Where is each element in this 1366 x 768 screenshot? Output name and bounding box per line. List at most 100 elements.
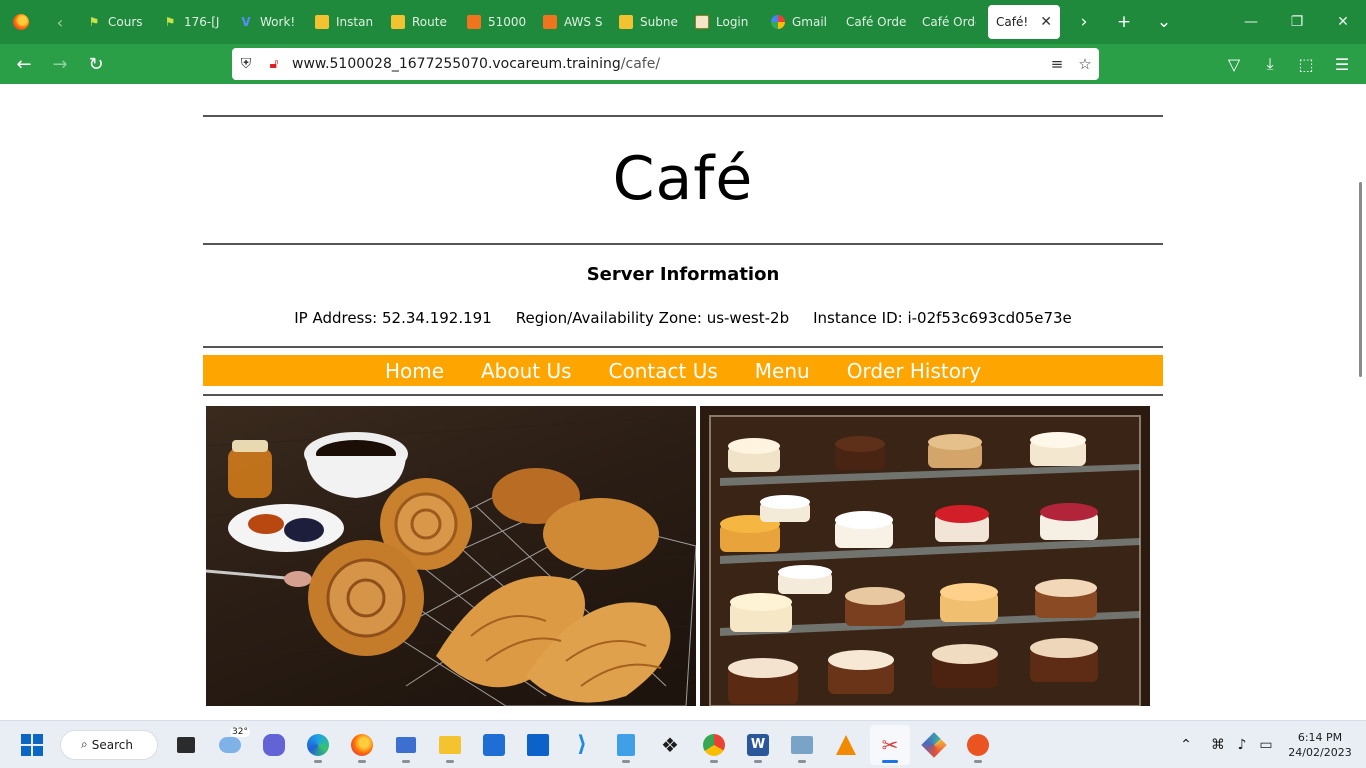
shield-icon[interactable]: ⛨ <box>232 56 260 72</box>
teams-chat-icon[interactable] <box>254 725 294 765</box>
toolbar-right: ▽ ⤓ ⬚ ☰ <box>1216 44 1360 84</box>
cake-display-photo <box>700 406 1150 706</box>
tab-scroll-left-icon[interactable]: ‹ <box>42 0 78 44</box>
tab-login[interactable]: Login <box>686 5 762 39</box>
menu-contact-us[interactable]: Contact Us <box>609 359 718 383</box>
task-view-icon[interactable] <box>166 725 206 765</box>
clock[interactable]: 6:14 PM 24/02/2023 <box>1278 730 1362 760</box>
url-path: /cafe/ <box>620 56 661 72</box>
tab-label: Café! <box>996 15 1029 29</box>
remote-desktop-icon[interactable] <box>386 725 426 765</box>
aws-orange-icon <box>542 14 558 30</box>
vocareum-icon: V <box>241 15 251 29</box>
close-tab-icon[interactable]: ✕ <box>1040 14 1052 30</box>
ubuntu-icon[interactable] <box>958 725 998 765</box>
close-window-icon[interactable]: ✕ <box>1320 0 1366 44</box>
firefox-menu-icon[interactable] <box>0 0 42 44</box>
new-tab-icon[interactable]: + <box>1104 0 1144 44</box>
address-bar[interactable]: ⛨ 🔓︎ www.5100028_1677255070.vocareum.tra… <box>232 48 1099 80</box>
tab-label: 51000 <box>488 15 526 29</box>
minimize-icon[interactable]: — <box>1228 0 1274 44</box>
word-icon[interactable]: W <box>738 725 778 765</box>
back-icon[interactable]: ← <box>6 44 42 84</box>
login-icon <box>694 14 710 30</box>
chevron-up-icon[interactable]: ⌃ <box>1174 737 1198 753</box>
hamburger-menu-icon[interactable]: ☰ <box>1324 44 1360 84</box>
vlc-icon[interactable] <box>826 725 866 765</box>
tab-subnets[interactable]: Subne <box>610 5 686 39</box>
reader-view-icon[interactable]: ≡ <box>1043 55 1071 73</box>
firefox-icon[interactable] <box>342 725 382 765</box>
photos-icon[interactable] <box>782 725 822 765</box>
pastries-photo <box>206 406 696 706</box>
menu-menu[interactable]: Menu <box>755 359 810 383</box>
menu-home[interactable]: Home <box>385 359 444 383</box>
divider <box>203 394 1163 396</box>
battery-icon[interactable]: ▭ <box>1254 737 1278 753</box>
notepad-icon[interactable] <box>606 725 646 765</box>
microsoft-store-icon[interactable] <box>474 725 514 765</box>
running-indicator <box>358 759 366 763</box>
main-menu: Home About Us Contact Us Menu Order Hist… <box>203 355 1163 386</box>
cake-display-illustration <box>700 406 1150 706</box>
snipping-tool-icon[interactable]: ✂ <box>870 724 910 765</box>
dropbox-icon[interactable]: ❖ <box>650 725 690 765</box>
edge-icon[interactable] <box>298 725 338 765</box>
chrome-icon[interactable] <box>694 725 734 765</box>
aws-cube-icon <box>618 14 634 30</box>
aws-cube-icon <box>390 14 406 30</box>
web-page: Café Server Information IP Address: 52.3… <box>0 84 1366 720</box>
tab-label: Gmail <box>792 15 828 29</box>
running-indicator <box>754 759 762 763</box>
downloads-icon[interactable]: ⤓ <box>1252 44 1288 84</box>
tab-176[interactable]: ⚑ 176-[J <box>154 5 230 39</box>
reload-icon[interactable]: ↻ <box>78 44 114 84</box>
tab-work[interactable]: V Work! <box>230 5 306 39</box>
wifi-icon[interactable]: ⌘ <box>1206 737 1230 753</box>
bookmark-star-icon[interactable]: ☆ <box>1071 55 1099 73</box>
tab-label: Café Orde <box>922 15 976 29</box>
menu-order-history[interactable]: Order History <box>847 359 981 383</box>
windows-taskbar: ⌕ Search 32° ⟩ ❖ W ✂ ⌃ ⌘ ♪ ▭ 6:14 PM 24/… <box>0 720 1366 768</box>
tab-gmail[interactable]: Gmail <box>762 5 838 39</box>
url-domain: www.5100028_1677255070.vocareum.training <box>292 56 621 72</box>
graduation-icon: ⚑ <box>164 15 176 29</box>
restore-icon[interactable]: ❐ <box>1274 0 1320 44</box>
running-indicator <box>622 759 630 763</box>
running-indicator <box>882 759 898 763</box>
weather-widget-icon[interactable]: 32° <box>210 725 250 765</box>
tab-cafe-active[interactable]: Café! ✕ <box>988 5 1060 39</box>
tab-route[interactable]: Route <box>382 5 458 39</box>
tab-aws-s[interactable]: AWS S <box>534 5 610 39</box>
tab-courses[interactable]: ⚑ Cours <box>78 5 154 39</box>
tab-strip: ⚑ Cours ⚑ 176-[J V Work! Instan Route 51… <box>78 0 1064 44</box>
page-scrollbar[interactable] <box>1359 182 1362 377</box>
pastries-illustration <box>206 415 696 706</box>
tab-scroll-right-icon[interactable]: › <box>1064 0 1104 44</box>
windows-start-icon[interactable] <box>12 725 52 765</box>
tab-instances[interactable]: Instan <box>306 5 382 39</box>
tab-label: Subne <box>640 15 678 29</box>
divider <box>203 243 1163 245</box>
file-explorer-icon[interactable] <box>430 725 470 765</box>
tab-cafe-order-2[interactable]: Café Orde <box>914 5 984 39</box>
volume-icon[interactable]: ♪ <box>1230 737 1254 753</box>
paint-3d-icon[interactable] <box>914 725 954 765</box>
tab-51000[interactable]: 51000 <box>458 5 534 39</box>
forward-icon[interactable]: → <box>42 44 78 84</box>
extensions-icon[interactable]: ⬚ <box>1288 44 1324 84</box>
running-indicator <box>314 759 322 763</box>
taskbar-search[interactable]: ⌕ Search <box>60 729 158 760</box>
page-title: Café <box>612 144 754 214</box>
pocket-icon[interactable]: ▽ <box>1216 44 1252 84</box>
insecure-lock-icon[interactable]: 🔓︎ <box>260 56 288 72</box>
vscode-icon[interactable]: ⟩ <box>562 725 602 765</box>
tab-label: Route <box>412 15 447 29</box>
tab-cafe-order-1[interactable]: Café Orde <box>838 5 914 39</box>
aws-app-icon[interactable] <box>518 725 558 765</box>
url-text[interactable]: www.5100028_1677255070.vocareum.training… <box>292 56 1043 72</box>
ip-address: IP Address: 52.34.192.191 <box>294 309 492 327</box>
running-indicator <box>446 759 454 763</box>
menu-about-us[interactable]: About Us <box>481 359 572 383</box>
list-tabs-icon[interactable]: ⌄ <box>1144 0 1184 44</box>
